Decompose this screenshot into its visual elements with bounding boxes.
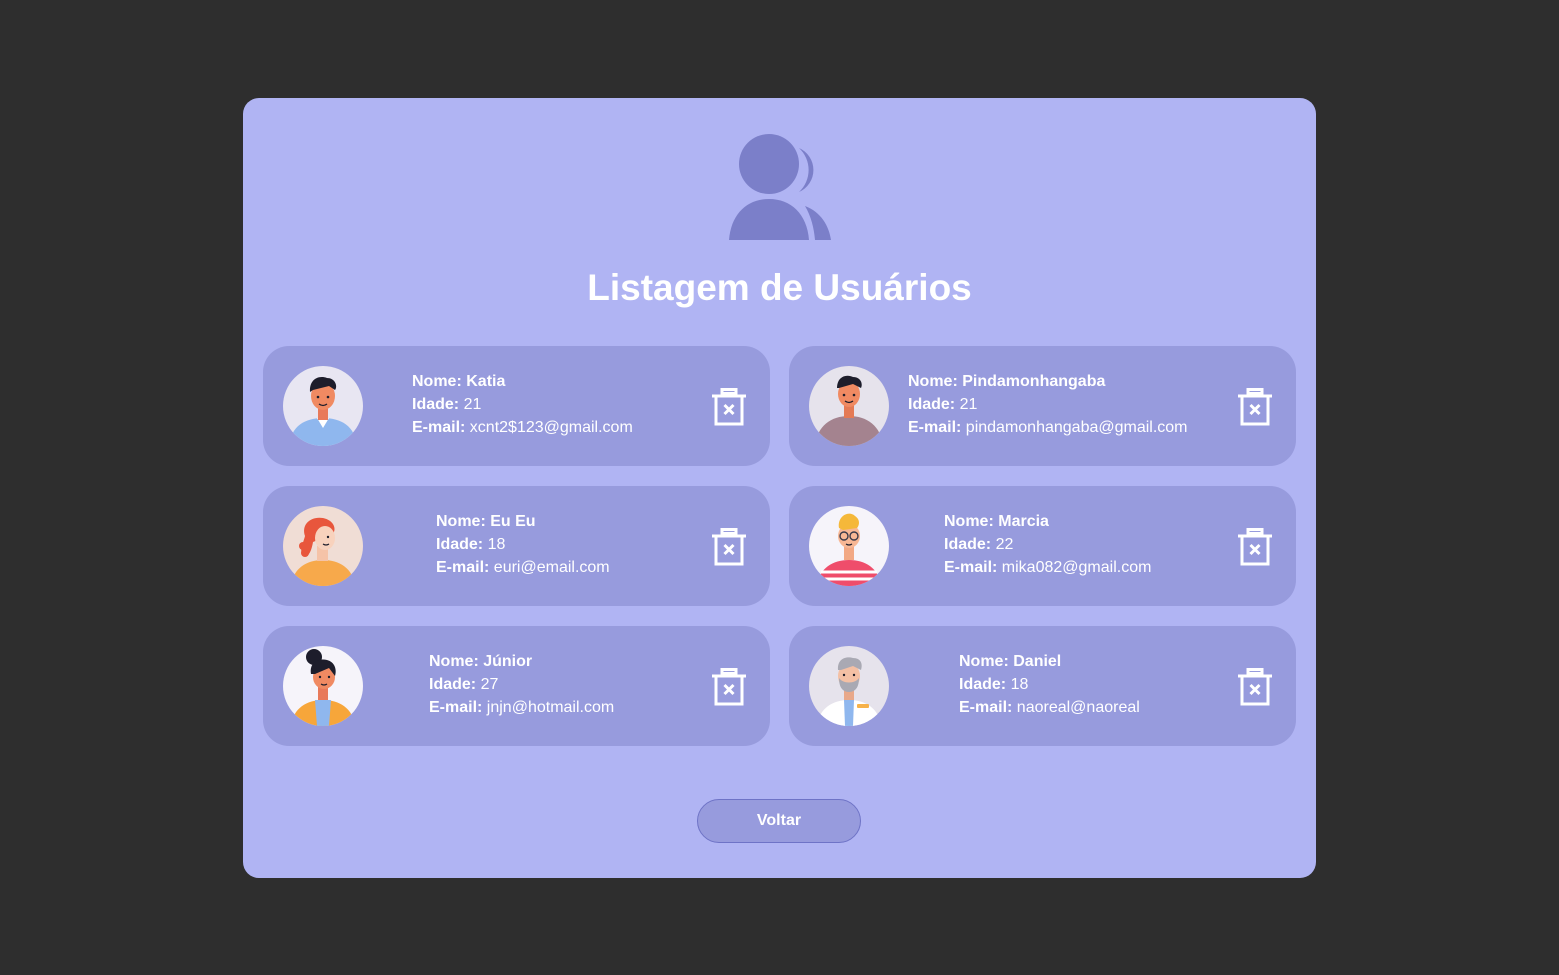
- user-card: Nome: Marcia Idade: 22 E-mail: mika082@g…: [789, 486, 1296, 606]
- trash-x-icon[interactable]: [1237, 528, 1273, 566]
- user-card: Nome: Daniel Idade: 18 E-mail: naoreal@n…: [789, 626, 1296, 746]
- user-email: pindamonhangaba@gmail.com: [965, 419, 1188, 436]
- user-name: Pindamonhangaba: [962, 373, 1106, 390]
- user-name: Eu Eu: [490, 513, 536, 530]
- user-age: 27: [480, 676, 499, 693]
- man-glasses-striped-avatar: [809, 506, 889, 586]
- user-name: Júnior: [483, 653, 533, 670]
- age-label: Idade:: [436, 536, 484, 553]
- user-name: Daniel: [1013, 653, 1062, 670]
- age-label: Idade:: [429, 676, 477, 693]
- user-email: naoreal@naoreal: [1016, 699, 1140, 716]
- user-name: Katia: [466, 373, 506, 390]
- name-label: Nome:: [412, 373, 462, 390]
- name-label: Nome:: [908, 373, 958, 390]
- user-info: Nome: Katia Idade: 21 E-mail: xcnt2$123@…: [412, 370, 633, 439]
- page-title: Listagem de Usuários: [587, 267, 972, 308]
- user-age: 21: [463, 396, 482, 413]
- user-info: Nome: Eu Eu Idade: 18 E-mail: euri@email…: [436, 510, 610, 579]
- user-email: euri@email.com: [493, 559, 610, 576]
- user-age: 18: [487, 536, 506, 553]
- trash-x-icon[interactable]: [1237, 668, 1273, 706]
- age-label: Idade:: [959, 676, 1007, 693]
- user-email: xcnt2$123@gmail.com: [469, 419, 633, 436]
- user-info: Nome: Júnior Idade: 27 E-mail: jnjn@hotm…: [429, 650, 614, 719]
- user-info: Nome: Daniel Idade: 18 E-mail: naoreal@n…: [959, 650, 1140, 719]
- user-info: Nome: Pindamonhangaba Idade: 21 E-mail: …: [908, 370, 1188, 439]
- email-label: E-mail:: [959, 699, 1013, 716]
- age-label: Idade:: [908, 396, 956, 413]
- email-label: E-mail:: [908, 419, 962, 436]
- man-mauve-sweater-avatar: [809, 366, 889, 446]
- user-age: 22: [995, 536, 1014, 553]
- man-blue-shirt-avatar: [283, 366, 363, 446]
- back-button[interactable]: Voltar: [697, 799, 861, 843]
- user-info: Nome: Marcia Idade: 22 E-mail: mika082@g…: [944, 510, 1151, 579]
- user-card: Nome: Eu Eu Idade: 18 E-mail: euri@email…: [263, 486, 770, 606]
- user-age: 21: [959, 396, 978, 413]
- name-label: Nome:: [944, 513, 994, 530]
- user-email: jnjn@hotmail.com: [486, 699, 615, 716]
- user-card: Nome: Pindamonhangaba Idade: 21 E-mail: …: [789, 346, 1296, 466]
- email-label: E-mail:: [944, 559, 998, 576]
- email-label: E-mail:: [429, 699, 483, 716]
- trash-x-icon[interactable]: [711, 388, 747, 426]
- name-label: Nome:: [429, 653, 479, 670]
- old-man-doctor-avatar: [809, 646, 889, 726]
- users-panel: Listagem de Usuários Nome: Katia Idade: …: [243, 98, 1316, 878]
- user-name: Marcia: [998, 513, 1049, 530]
- name-label: Nome:: [959, 653, 1009, 670]
- email-label: E-mail:: [412, 419, 466, 436]
- age-label: Idade:: [944, 536, 992, 553]
- user-card: Nome: Júnior Idade: 27 E-mail: jnjn@hotm…: [263, 626, 770, 746]
- user-card: Nome: Katia Idade: 21 E-mail: xcnt2$123@…: [263, 346, 770, 466]
- trash-x-icon[interactable]: [1237, 388, 1273, 426]
- trash-x-icon[interactable]: [711, 528, 747, 566]
- users-icon: [729, 134, 831, 240]
- woman-bun-avatar: [283, 646, 363, 726]
- name-label: Nome:: [436, 513, 486, 530]
- user-email: mika082@gmail.com: [1001, 559, 1152, 576]
- trash-x-icon[interactable]: [711, 668, 747, 706]
- user-age: 18: [1010, 676, 1029, 693]
- email-label: E-mail:: [436, 559, 490, 576]
- age-label: Idade:: [412, 396, 460, 413]
- woman-red-hair-avatar: [283, 506, 363, 586]
